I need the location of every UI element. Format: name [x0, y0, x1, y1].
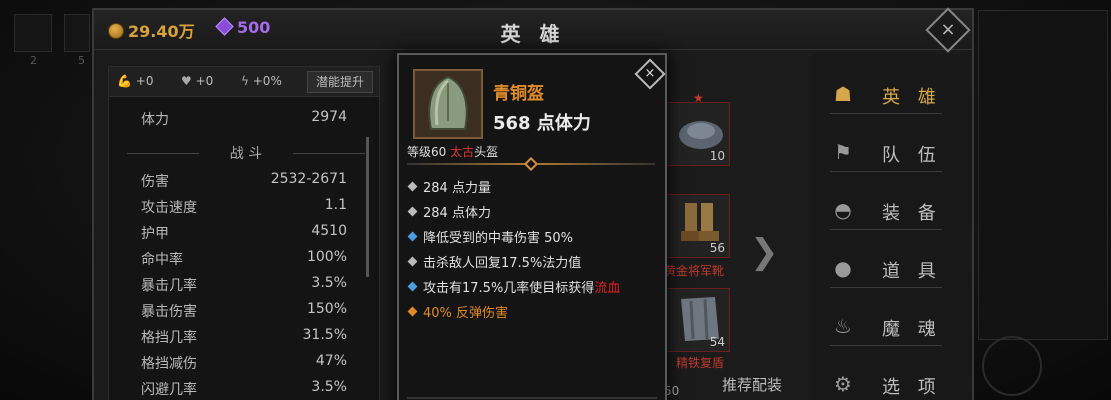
stat-row: 暴击伤害 150%: [141, 301, 347, 320]
energy-bonus: ϟ +0%: [241, 74, 282, 88]
equip-name-shield: 精铁复盾: [676, 356, 725, 370]
stat-bonus-bar: 💪 +0 ♥ +0 ϟ +0% 潜能提升: [109, 67, 379, 97]
stat-row: 命中率 100%: [141, 249, 347, 268]
stat-row: 暴击几率 3.5%: [141, 275, 347, 294]
stat-row: 伤害 2532-2671: [141, 171, 347, 190]
stat-value: 2974: [311, 109, 347, 125]
menu-item-items[interactable]: ● 道 具: [830, 248, 942, 288]
background-number: 2: [30, 54, 37, 67]
menu-label: 队 伍: [882, 145, 942, 166]
stats-panel: 💪 +0 ♥ +0 ϟ +0% 潜能提升 体力 2974 战 斗 伤害 2532-…: [108, 66, 380, 400]
equip-name-boots: 黄金将军靴: [664, 264, 725, 278]
flame-icon: ♨: [834, 314, 852, 338]
background-round-ornament: [982, 336, 1042, 396]
flag-icon: ⚑: [834, 140, 852, 164]
side-menu: ☗ 英 雄 ⚑ 队 伍 ◓ 装 备 ● 道 具 ♨ 魔 魂 ⚙ 选 项: [812, 54, 972, 400]
item-main-stat: 568 点体力: [493, 113, 591, 134]
item-level-line: 等级60 太古头盔: [407, 145, 499, 159]
stat-row: 护甲 4510: [141, 223, 347, 242]
bullet-icon: [407, 181, 418, 192]
lightning-icon: ϟ: [241, 74, 249, 88]
tooltip-bottom-divider: [407, 397, 657, 399]
stat-row-stamina: 体力 2974: [141, 109, 347, 131]
section-header-combat: 战 斗: [127, 143, 365, 163]
menu-label: 装 备: [882, 203, 942, 224]
heroes-icon: ☗: [834, 82, 852, 106]
arm-icon: 💪: [117, 74, 132, 88]
next-arrow-icon[interactable]: ❯: [750, 232, 779, 272]
menu-item-heroes[interactable]: ☗ 英 雄: [830, 74, 942, 114]
menu-label: 魔 魂: [882, 319, 942, 340]
stat-row: 攻击速度 1.1: [141, 197, 347, 216]
menu-item-soul[interactable]: ♨ 魔 魂: [830, 306, 942, 346]
item-name: 青铜盔: [493, 84, 544, 104]
background-map-panel: [978, 10, 1108, 340]
stat-label: 体力: [141, 112, 169, 128]
menu-label: 英 雄: [882, 87, 942, 108]
close-icon: ×: [644, 66, 656, 81]
game-screen: 2 5 29.40万 500 英 雄 × 💪 +0 ♥ +0 ϟ +0% 潜能提…: [0, 0, 1111, 400]
title-bar: 29.40万 500 英 雄 ×: [94, 7, 972, 53]
item-slot-type: 头盔: [474, 145, 499, 159]
item-thumbnail: [413, 69, 483, 139]
stat-row: 闪避几率 3.5%: [141, 379, 347, 398]
slot-count: 54: [709, 335, 725, 349]
bag-icon: ●: [834, 256, 852, 280]
bullet-icon: [407, 281, 418, 292]
bronze-helmet-icon: [415, 71, 481, 137]
recommend-loadout-button[interactable]: 推荐配装: [722, 374, 782, 395]
affix-line: 284 点体力: [407, 202, 659, 222]
affix-line: 攻击有17.5%几率使目标获得流血: [407, 277, 659, 297]
star-icon: ★: [693, 91, 704, 105]
menu-item-equipment[interactable]: ◓ 装 备: [830, 190, 942, 230]
background-slot: [14, 14, 52, 52]
health-bonus: ♥ +0: [181, 74, 214, 88]
close-icon: ×: [940, 19, 956, 40]
bullet-icon: [407, 206, 418, 217]
bullet-icon: [407, 256, 418, 267]
bullet-icon: [407, 306, 418, 317]
item-tooltip: 青铜盔 568 点体力 × 等级60 太古头盔 284 点力量 284 点体力 …: [397, 53, 667, 400]
equip-slot-boots[interactable]: 56: [666, 194, 730, 258]
stat-row: 格挡减伤 47%: [141, 353, 347, 372]
background-number: 5: [78, 54, 85, 67]
affix-line-legendary: 40% 反弹伤害: [407, 302, 659, 322]
divider-diamond-icon: [523, 156, 539, 172]
slot-count: 56: [709, 241, 725, 255]
potential-upgrade-button[interactable]: 潜能提升: [306, 71, 373, 93]
affix-line: 284 点力量: [407, 177, 659, 197]
bleed-keyword: 流血: [594, 281, 621, 296]
equip-slot-helmet[interactable]: ★ 10: [666, 91, 730, 166]
affix-line: 降低受到的中毒伤害 50%: [407, 227, 659, 247]
helmet-icon: ◓: [834, 198, 852, 222]
menu-item-team[interactable]: ⚑ 队 伍: [830, 132, 942, 172]
stat-row: 格挡几率 31.5%: [141, 327, 347, 346]
bullet-icon: [407, 231, 418, 242]
menu-item-options[interactable]: ⚙ 选 项: [830, 364, 942, 400]
gear-icon: ⚙: [834, 372, 852, 396]
stats-scrollbar[interactable]: [366, 137, 369, 277]
item-tier: 太古: [450, 145, 475, 159]
strength-bonus: 💪 +0: [117, 74, 154, 88]
tooltip-close-button[interactable]: ×: [634, 58, 666, 90]
window-title: 英 雄: [500, 22, 566, 46]
slot-count: 10: [709, 149, 725, 163]
equip-slot-shield[interactable]: 54: [666, 288, 730, 352]
heart-icon: ♥: [181, 74, 192, 88]
menu-label: 道 具: [882, 261, 942, 282]
affix-line: 击杀敌人回复17.5%法力值: [407, 252, 659, 272]
menu-label: 选 项: [882, 377, 942, 398]
background-slot: [64, 14, 90, 52]
